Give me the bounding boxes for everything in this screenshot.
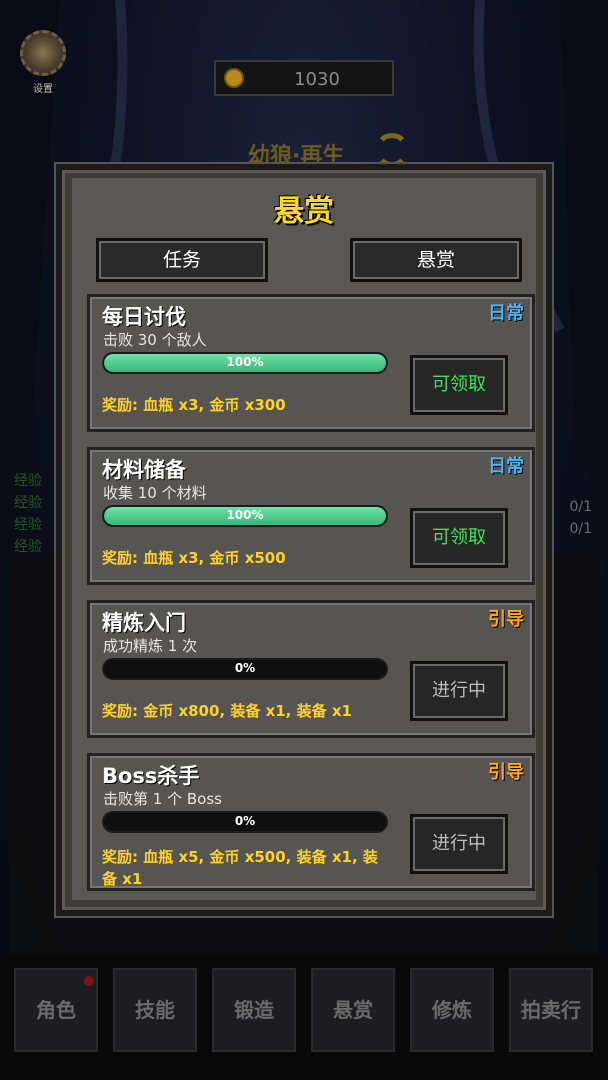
in-progress-button[interactable]: 进行中 [410,814,508,874]
panel-title: 悬赏 [274,194,334,229]
card-tag: 引导 [488,762,524,783]
notification-dot-icon [84,976,94,986]
coin-icon [224,68,244,88]
exp-label: 经验 [14,473,42,489]
card-title: 每日讨伐 [102,305,186,329]
counter-value: 0/1 [569,499,592,515]
nav-forge[interactable]: 锻造 [212,968,296,1052]
exp-label: 经验 [14,539,42,555]
card-title: 材料储备 [102,458,186,482]
nav-training[interactable]: 修炼 [410,968,494,1052]
nav-character[interactable]: 角色 [14,968,98,1052]
in-progress-button[interactable]: 进行中 [410,661,508,721]
nav-auction[interactable]: 拍卖行 [509,968,593,1052]
card-reward: 奖励: 血瓶 x3, 金币 x500 [102,549,286,567]
counter-value: 0/1 [569,521,592,537]
card-tag: 日常 [488,456,524,477]
quest-counters: 0/1 0/1 [569,496,592,540]
coin-value: 1030 [294,69,340,90]
coin-counter: 1030 [214,60,394,96]
tab-bounty[interactable]: 悬赏 [350,238,522,282]
card-tag: 日常 [488,303,524,324]
claim-button[interactable]: 可领取 [410,355,508,415]
exp-label: 经验 [14,517,42,533]
gear-icon [20,30,66,76]
card-description: 击败第 1 个 Boss [103,790,222,808]
card-tag: 引导 [488,609,524,630]
progress-bar: 0% [102,811,388,833]
card-title: Boss杀手 [102,764,200,788]
progress-bar: 100% [102,505,388,527]
claim-button[interactable]: 可领取 [410,508,508,568]
settings-button[interactable]: 设置 [18,30,68,95]
progress-text: 100% [226,508,264,522]
nav-bounty[interactable]: 悬赏 [311,968,395,1052]
bounty-card: Boss杀手 引导 击败第 1 个 Boss 0% 奖励: 血瓶 x5, 金币 … [87,753,535,891]
settings-label: 设置 [33,84,53,95]
progress-text: 100% [226,355,264,369]
card-description: 收集 10 个材料 [103,484,207,502]
card-description: 击败 30 个敌人 [103,331,207,349]
exp-list: 经验 经验 经验 经验 [14,470,42,558]
bounty-card: 材料储备 日常 收集 10 个材料 100% 奖励: 血瓶 x3, 金币 x50… [87,447,535,585]
nav-skills[interactable]: 技能 [113,968,197,1052]
bounty-card: 每日讨伐 日常 击败 30 个敌人 100% 奖励: 血瓶 x3, 金币 x30… [87,294,535,432]
tab-tasks[interactable]: 任务 [96,238,268,282]
progress-bar: 100% [102,352,388,374]
card-reward: 奖励: 金币 x800, 装备 x1, 装备 x1 [102,702,352,720]
nav-label: 角色 [36,998,76,1022]
card-title: 精炼入门 [102,611,186,635]
card-reward: 奖励: 血瓶 x3, 金币 x300 [102,396,286,414]
panel-body: 悬赏 任务 悬赏 每日讨伐 日常 击败 30 个敌人 100% 奖励: 血瓶 x… [72,178,536,900]
progress-bar: 0% [102,658,388,680]
exp-label: 经验 [14,495,42,511]
card-description: 成功精炼 1 次 [103,637,198,655]
bounty-panel: 悬赏 任务 悬赏 每日讨伐 日常 击败 30 个敌人 100% 奖励: 血瓶 x… [56,164,552,916]
progress-text: 0% [234,661,256,675]
bounty-card: 精炼入门 引导 成功精炼 1 次 0% 奖励: 金币 x800, 装备 x1, … [87,600,535,738]
bottom-nav: 角色 技能 锻造 悬赏 修炼 拍卖行 [14,968,600,1056]
card-reward: 奖励: 血瓶 x5, 金币 x500, 装备 x1, 装备 x1 [102,848,378,888]
progress-text: 0% [234,814,256,828]
refresh-icon[interactable] [375,133,409,167]
